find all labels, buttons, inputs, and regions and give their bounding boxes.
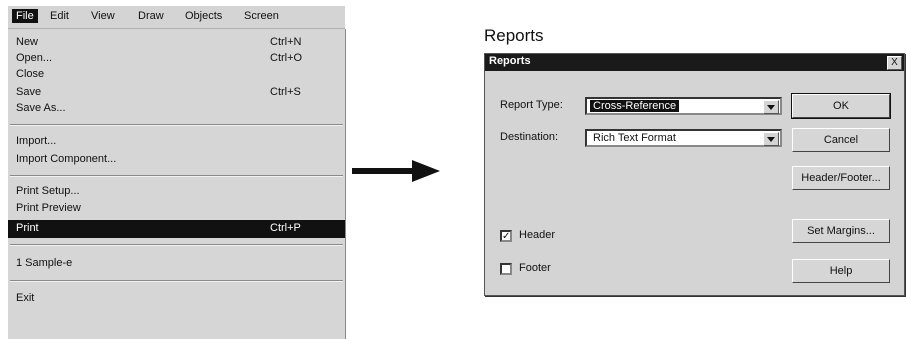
menu-draw[interactable]: Draw bbox=[138, 10, 164, 22]
menu-item-import[interactable]: Import... bbox=[8, 134, 345, 150]
menu-bar: File Edit View Draw Objects Screen bbox=[8, 6, 345, 29]
menu-separator bbox=[10, 280, 343, 282]
menu-item-close[interactable]: Close bbox=[8, 67, 345, 83]
menu-item-save-as[interactable]: Save As... bbox=[8, 101, 345, 117]
reports-dialog: Reports X Report Type: Cross-Reference D… bbox=[484, 53, 905, 296]
menu-item-print-preview[interactable]: Print Preview bbox=[8, 201, 345, 217]
menu-item-new[interactable]: New Ctrl+N bbox=[8, 35, 345, 51]
menu-item-import-component[interactable]: Import Component... bbox=[8, 152, 345, 168]
file-menu-window: File Edit View Draw Objects Screen New Ct… bbox=[8, 6, 346, 339]
set-margins-button[interactable]: Set Margins... bbox=[792, 219, 890, 243]
footer-checkbox-label: Footer bbox=[519, 262, 551, 274]
menu-item-print[interactable]: Print Ctrl+P bbox=[8, 220, 345, 238]
menu-item-exit[interactable]: Exit bbox=[8, 291, 345, 307]
close-icon[interactable]: X bbox=[887, 56, 902, 70]
report-type-label: Report Type: bbox=[500, 99, 563, 111]
menu-file[interactable]: File bbox=[12, 9, 38, 23]
file-dropdown: New Ctrl+N Open... Ctrl+O Close Save Ctrl+S… bbox=[8, 29, 346, 339]
menu-item-shortcut: Ctrl+N bbox=[270, 36, 302, 48]
menu-item-print-setup[interactable]: Print Setup... bbox=[8, 184, 345, 200]
menu-separator bbox=[10, 244, 343, 246]
destination-select[interactable]: Rich Text Format bbox=[585, 129, 782, 147]
ok-button[interactable]: OK bbox=[791, 93, 891, 119]
menu-item-label: 1 Sample-e bbox=[16, 257, 73, 269]
report-type-value: Cross-Reference bbox=[590, 100, 680, 112]
header-checkbox-label: Header bbox=[519, 229, 556, 241]
menu-item-open[interactable]: Open... Ctrl+O bbox=[8, 51, 345, 67]
dialog-titlebar: Reports X bbox=[485, 54, 904, 71]
menu-view[interactable]: View bbox=[91, 10, 115, 22]
help-button[interactable]: Help bbox=[792, 259, 890, 283]
header-checkbox[interactable]: ✓ bbox=[500, 230, 512, 242]
report-type-select[interactable]: Cross-Reference bbox=[585, 97, 782, 115]
menu-edit[interactable]: Edit bbox=[50, 10, 69, 22]
menu-objects[interactable]: Objects bbox=[185, 10, 222, 22]
footer-checkbox[interactable] bbox=[500, 263, 512, 275]
chevron-down-icon[interactable] bbox=[763, 100, 779, 114]
menu-item-label: Save As... bbox=[16, 102, 66, 114]
menu-item-label: Exit bbox=[16, 292, 35, 304]
menu-item-label: Print bbox=[16, 222, 39, 234]
figure-caption: Reports bbox=[484, 26, 544, 45]
header-footer-button[interactable]: Header/Footer... bbox=[792, 166, 890, 190]
menu-item-shortcut: Ctrl+P bbox=[270, 222, 301, 234]
menu-separator bbox=[10, 175, 343, 177]
cancel-button[interactable]: Cancel bbox=[792, 128, 890, 152]
dialog-title: Reports bbox=[489, 55, 531, 67]
menu-item-label: Import... bbox=[16, 135, 57, 147]
menu-item-save[interactable]: Save Ctrl+S bbox=[8, 85, 345, 101]
menu-item-shortcut: Ctrl+S bbox=[270, 86, 301, 98]
right-arrow-icon bbox=[352, 160, 440, 182]
menu-item-label: Open... bbox=[16, 52, 53, 64]
destination-label: Destination: bbox=[500, 131, 559, 143]
menu-separator bbox=[10, 124, 343, 126]
menu-item-label: Print Setup... bbox=[16, 185, 80, 197]
menu-item-label: Close bbox=[16, 68, 45, 80]
chevron-down-icon[interactable] bbox=[763, 132, 779, 146]
menu-item-recent-file[interactable]: 1 Sample-e bbox=[8, 256, 345, 272]
menu-item-label: Import Component... bbox=[16, 153, 117, 165]
menu-screen[interactable]: Screen bbox=[244, 10, 279, 22]
menu-item-shortcut: Ctrl+O bbox=[270, 52, 303, 64]
menu-item-label: Save bbox=[16, 86, 42, 98]
menu-item-label: New bbox=[16, 36, 39, 48]
destination-value: Rich Text Format bbox=[593, 132, 676, 144]
menu-item-label: Print Preview bbox=[16, 202, 81, 214]
